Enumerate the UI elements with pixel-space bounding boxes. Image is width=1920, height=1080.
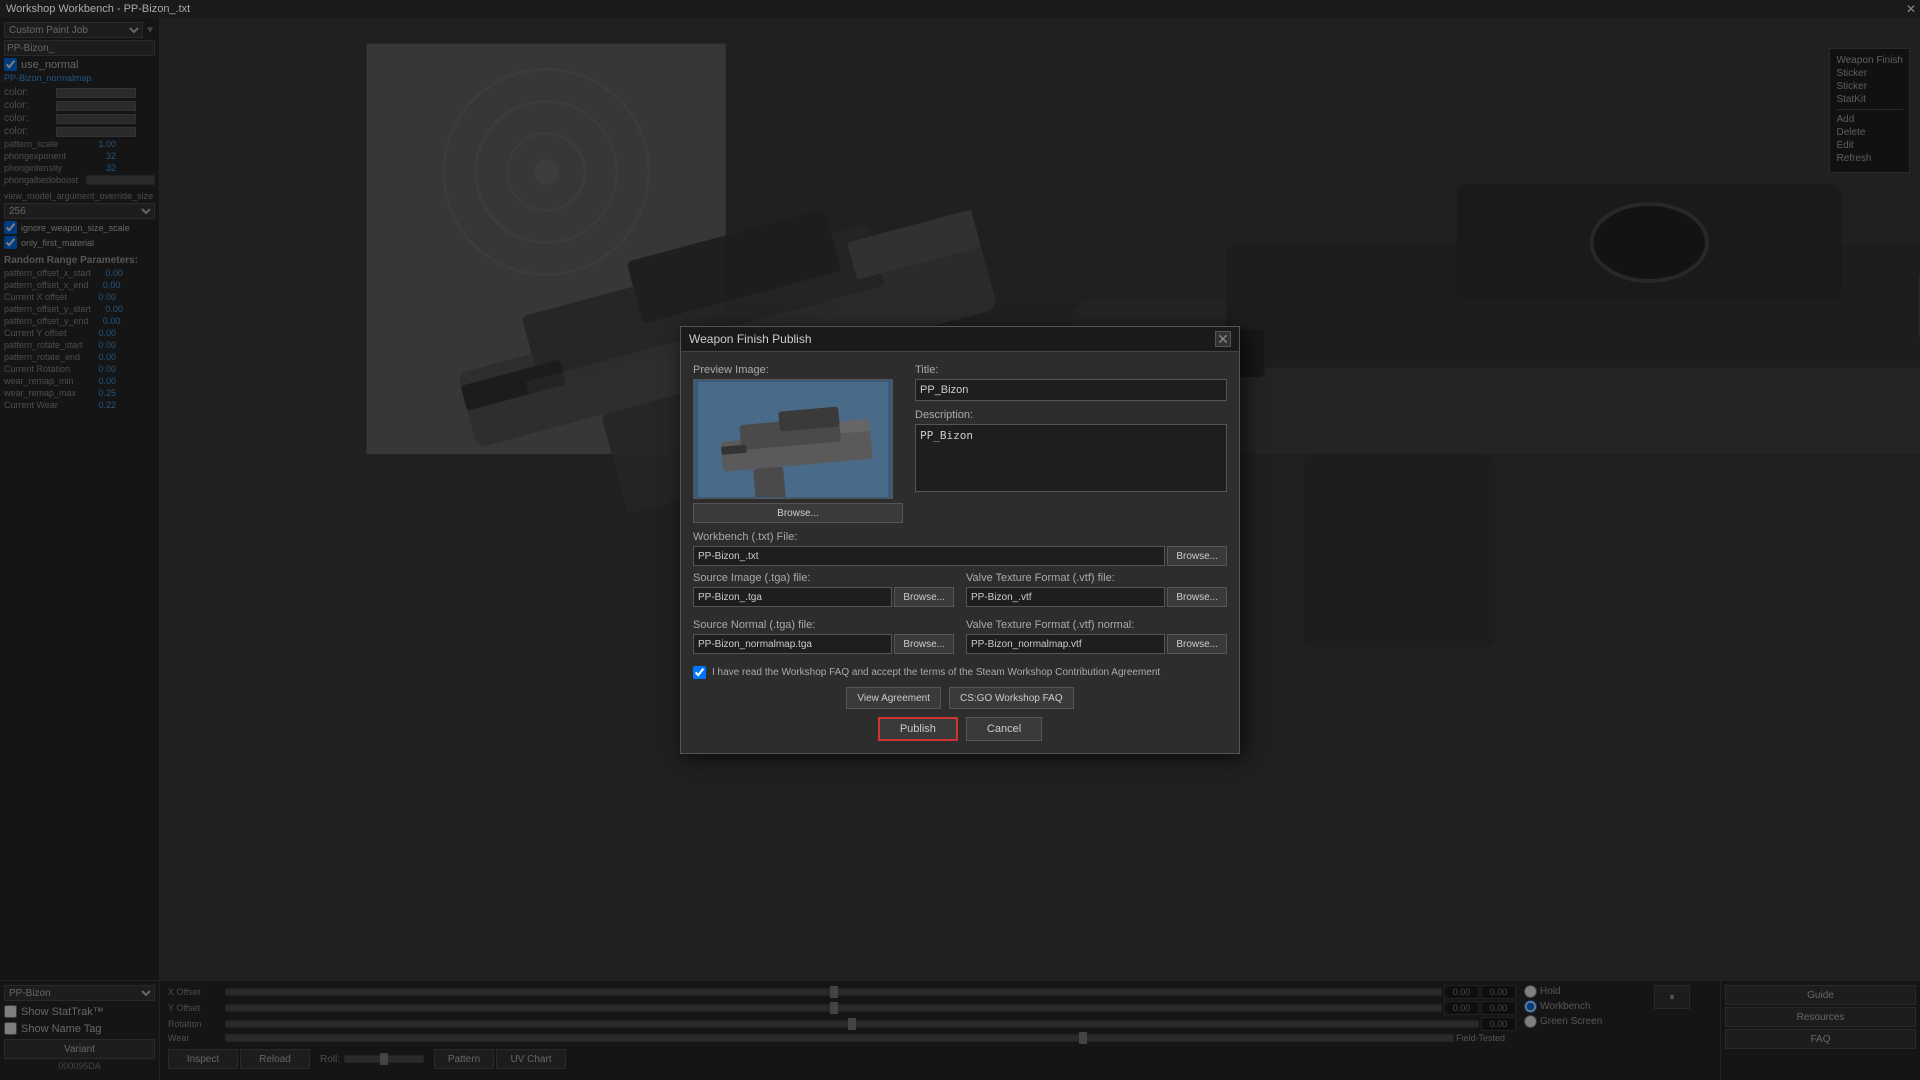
vtf-normal-browse[interactable]: Browse... xyxy=(1167,634,1227,654)
modal-dialog: Weapon Finish Publish ✕ Preview Image: xyxy=(680,326,1240,754)
title-bar: Workshop Workbench - PP-Bizon_.txt ✕ xyxy=(0,0,1920,18)
modal-body: Preview Image: xyxy=(681,352,1239,753)
source-normal-label: Source Normal (.tga) file: xyxy=(693,619,954,631)
publish-button[interactable]: Publish xyxy=(878,717,958,741)
modal-title-text: Weapon Finish Publish xyxy=(689,332,812,346)
title-bar-close[interactable]: ✕ xyxy=(1906,2,1916,16)
modal-close-button[interactable]: ✕ xyxy=(1215,331,1231,347)
source-normal-browse[interactable]: Browse... xyxy=(894,634,954,654)
title-bar-text: Workshop Workbench - PP-Bizon_.txt xyxy=(6,3,190,15)
preview-image-label: Preview Image: xyxy=(693,364,903,376)
source-image-input[interactable] xyxy=(693,587,892,607)
title-field-label: Title: xyxy=(915,364,1227,376)
preview-browse-button[interactable]: Browse... xyxy=(693,503,903,523)
workbench-file-input[interactable] xyxy=(693,546,1165,566)
vtf-normal-input[interactable] xyxy=(966,634,1165,654)
source-image-label: Source Image (.tga) file: xyxy=(693,572,954,584)
vtf-label: Valve Texture Format (.vtf) file: xyxy=(966,572,1227,584)
modal-footer: Publish Cancel xyxy=(693,717,1227,741)
source-image-browse[interactable]: Browse... xyxy=(894,587,954,607)
vtf-browse[interactable]: Browse... xyxy=(1167,587,1227,607)
modal-overlay: Weapon Finish Publish ✕ Preview Image: xyxy=(0,0,1920,1080)
csgo-faq-button[interactable]: CS:GO Workshop FAQ xyxy=(949,687,1074,709)
workbench-browse-button[interactable]: Browse... xyxy=(1167,546,1227,566)
modal-titlebar: Weapon Finish Publish ✕ xyxy=(681,327,1239,352)
vtf-input[interactable] xyxy=(966,587,1165,607)
agreement-checkbox[interactable] xyxy=(693,666,706,679)
vtf-normal-label: Valve Texture Format (.vtf) normal: xyxy=(966,619,1227,631)
agreement-text: I have read the Workshop FAQ and accept … xyxy=(712,667,1160,678)
cancel-button[interactable]: Cancel xyxy=(966,717,1042,741)
workbench-file-label: Workbench (.txt) File: xyxy=(693,531,1227,543)
preview-weapon-svg xyxy=(698,382,888,497)
description-textarea[interactable]: PP_Bizon xyxy=(915,424,1227,492)
title-input[interactable] xyxy=(915,379,1227,401)
description-field-label: Description: xyxy=(915,409,1227,421)
preview-image-box xyxy=(693,379,893,499)
source-normal-input[interactable] xyxy=(693,634,892,654)
view-agreement-button[interactable]: View Agreement xyxy=(846,687,941,709)
agreement-row: I have read the Workshop FAQ and accept … xyxy=(693,666,1227,679)
